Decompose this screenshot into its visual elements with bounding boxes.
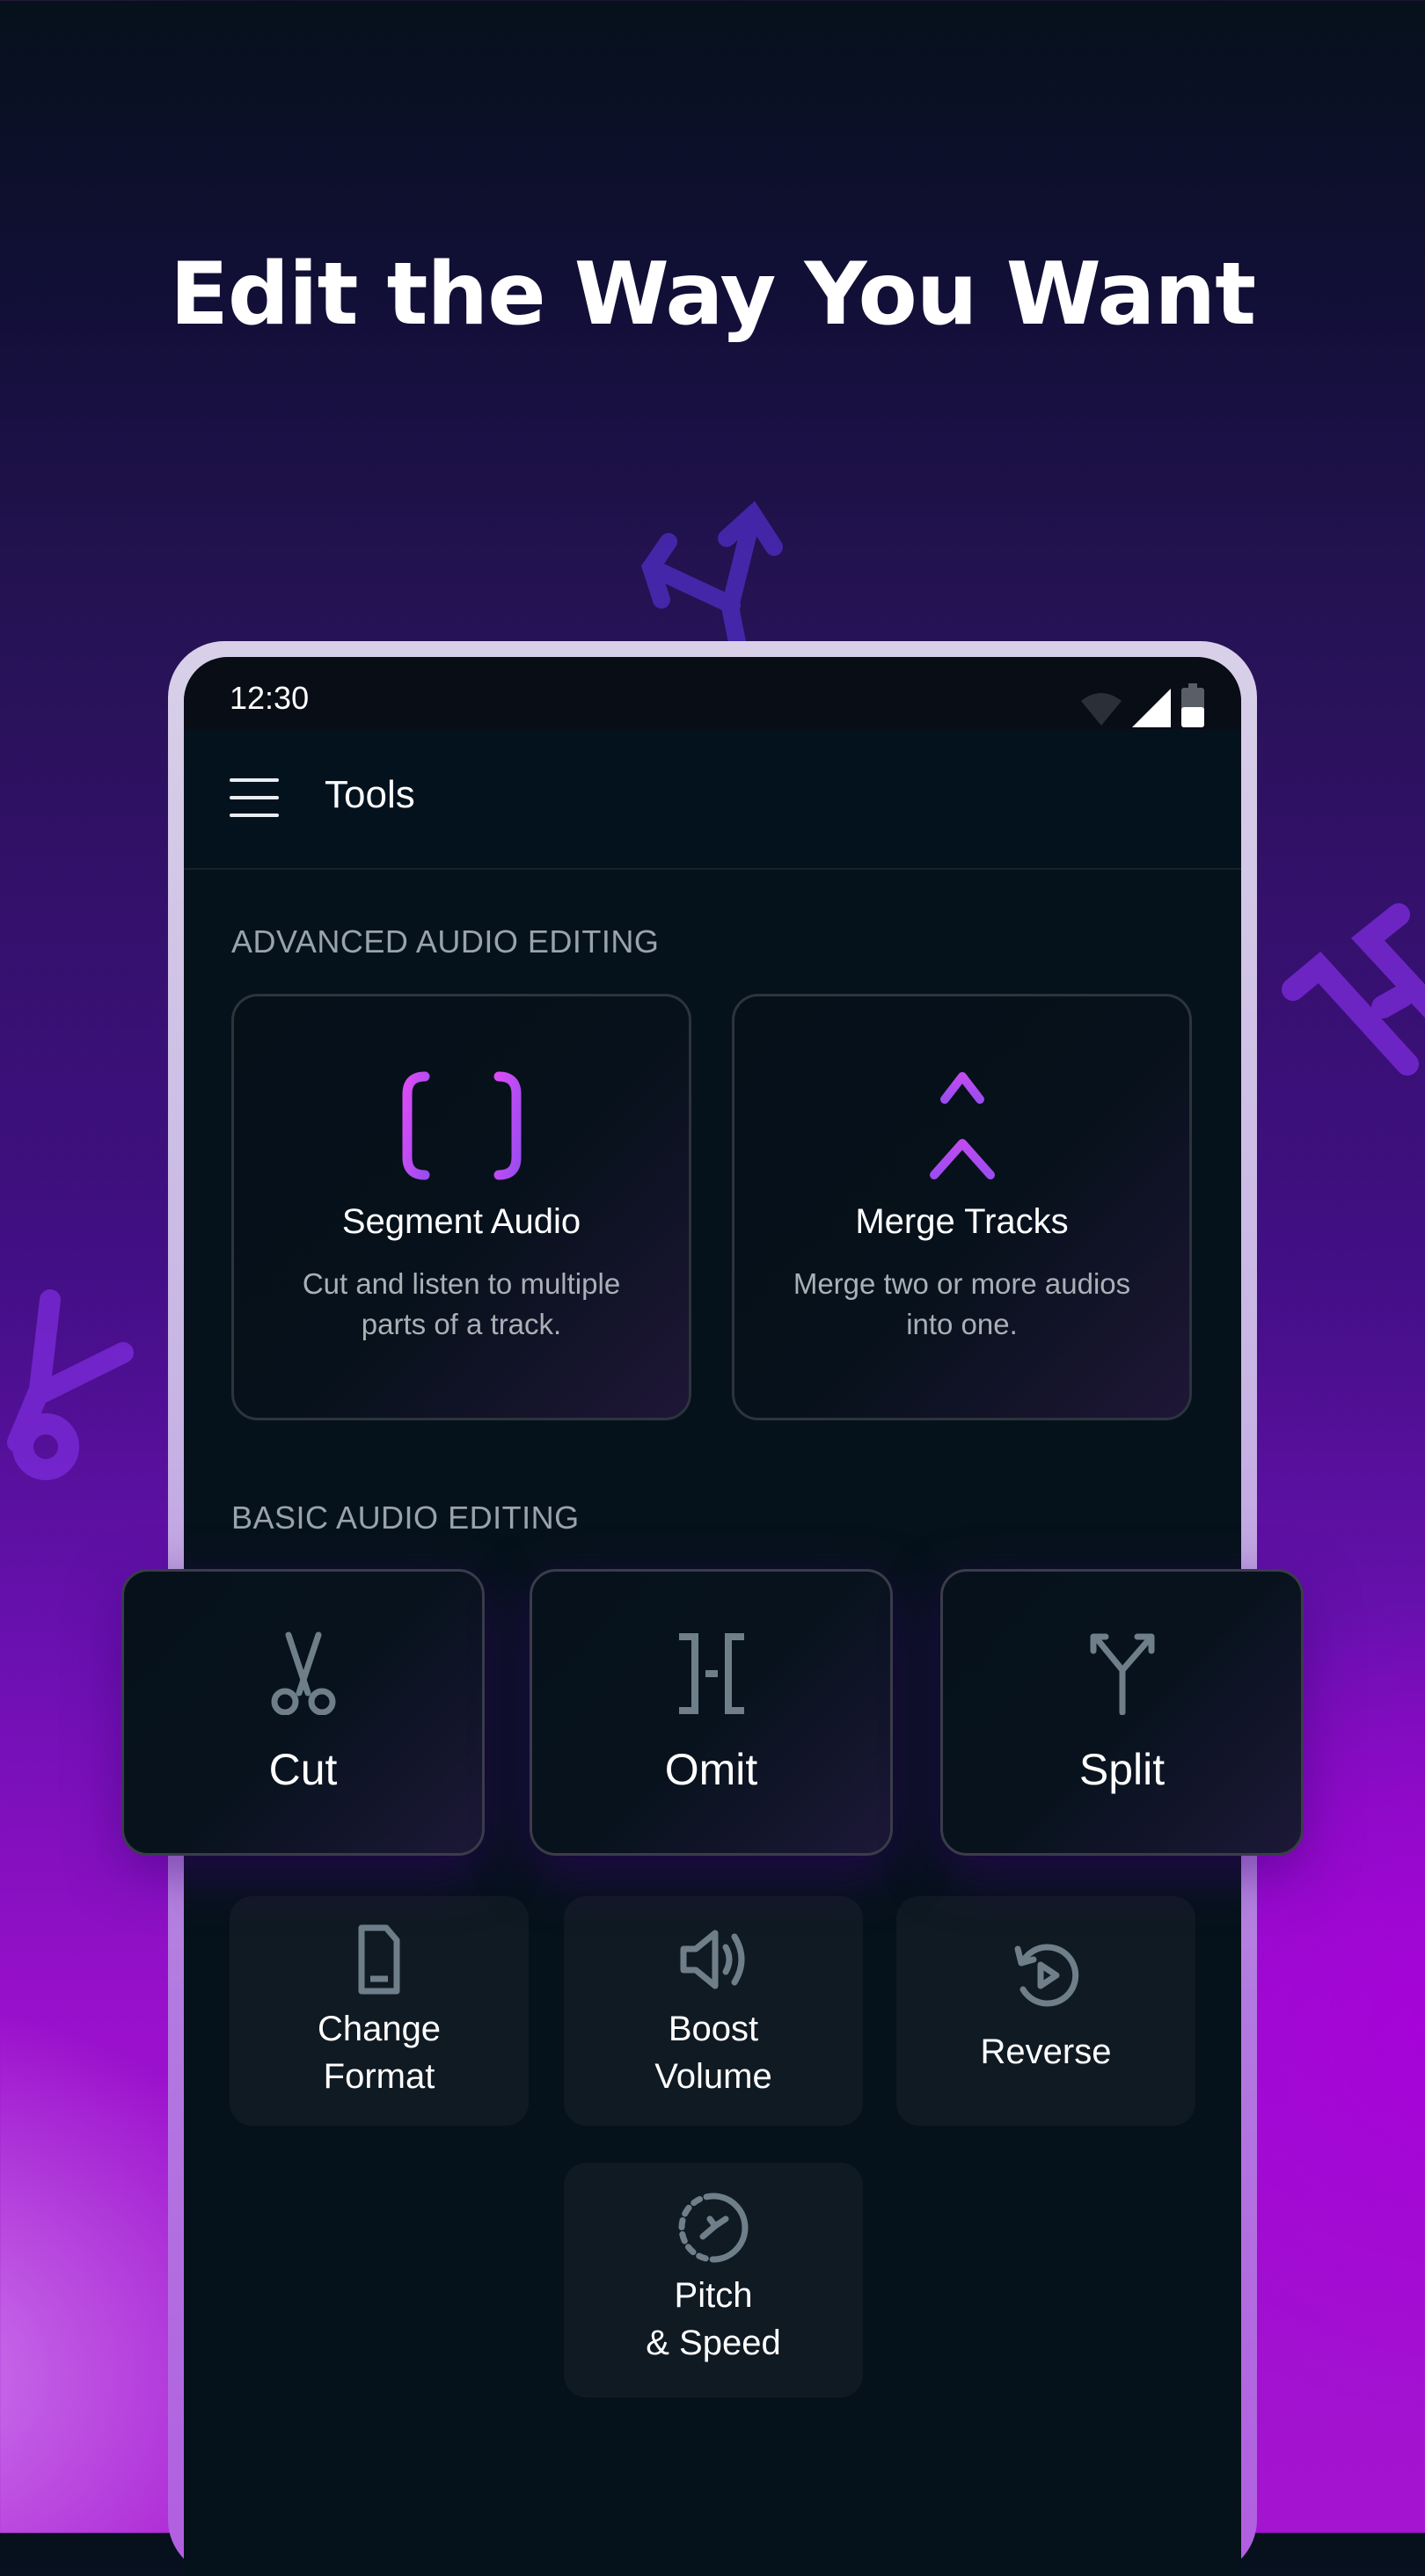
label-line-1: Boost (668, 2010, 759, 2048)
omit-card[interactable]: Omit (530, 1569, 893, 1856)
app-bar: Tools (184, 729, 1241, 870)
page-headline: Edit the Way You Want (169, 244, 1256, 345)
segment-audio-title: Segment Audio (341, 1202, 581, 1241)
label-line-1: Pitch (674, 2276, 753, 2315)
change-format-card[interactable]: Change Format (230, 1896, 529, 2126)
merge-tracks-description: Merge two or more audios into one. (793, 1267, 1131, 1340)
status-icons (1079, 683, 1204, 727)
reverse-card[interactable]: Reverse (896, 1896, 1195, 2126)
segment-audio-description: Cut and listen to multiple parts of a tr… (302, 1267, 621, 1340)
split-label: Split (1078, 1745, 1166, 1794)
status-time: 12:30 (230, 680, 310, 716)
volume-icon (680, 1930, 745, 1989)
status-bar: 12:30 (184, 657, 1241, 729)
decorative-scissors-icon (7, 1289, 134, 1480)
omit-icon (678, 1633, 744, 1714)
boost-volume-card[interactable]: Boost Volume (564, 1896, 863, 2126)
label-line-2: & Speed (646, 2324, 781, 2362)
split-card[interactable]: Split (940, 1569, 1304, 1856)
merge-tracks-icon (929, 1072, 995, 1179)
hamburger-menu-icon[interactable] (230, 778, 279, 817)
app-title: Tools (325, 773, 415, 816)
omit-label: Omit (664, 1745, 758, 1794)
pitch-speed-card[interactable]: Pitch & Speed (564, 2163, 863, 2397)
label-line-2: Format (323, 2057, 435, 2096)
change-format-label: Change Format (230, 2005, 529, 2100)
label-line-2: Volume (654, 2057, 772, 2096)
segment-audio-icon (402, 1071, 521, 1180)
segment-audio-card[interactable]: Segment Audio Cut and listen to multiple… (231, 994, 691, 1420)
decorative-omit-icon (1282, 903, 1425, 1076)
merge-tracks-title: Merge Tracks (855, 1202, 1069, 1241)
boost-volume-label: Boost Volume (564, 2005, 863, 2100)
cut-label: Cut (268, 1745, 338, 1794)
decorative-split-arrow-icon (640, 500, 783, 660)
wifi-icon (1081, 693, 1122, 726)
basic-section-label: BASIC AUDIO EDITING (231, 1500, 580, 1536)
advanced-section-label: ADVANCED AUDIO EDITING (231, 923, 660, 960)
label-line-1: Change (317, 2010, 442, 2048)
reverse-label: Reverse (980, 2032, 1112, 2071)
merge-tracks-card[interactable]: Merge Tracks Merge two or more audios in… (732, 994, 1192, 1420)
signal-icon (1132, 689, 1171, 727)
pitch-speed-label: Pitch & Speed (564, 2272, 863, 2367)
file-format-icon (358, 1924, 400, 1995)
scissors-icon (271, 1631, 335, 1715)
cut-card[interactable]: Cut (121, 1569, 485, 1856)
pitch-speed-icon (678, 2193, 749, 2263)
battery-icon (1181, 683, 1204, 727)
split-icon (1090, 1633, 1154, 1715)
reverse-icon (1014, 1944, 1079, 2007)
